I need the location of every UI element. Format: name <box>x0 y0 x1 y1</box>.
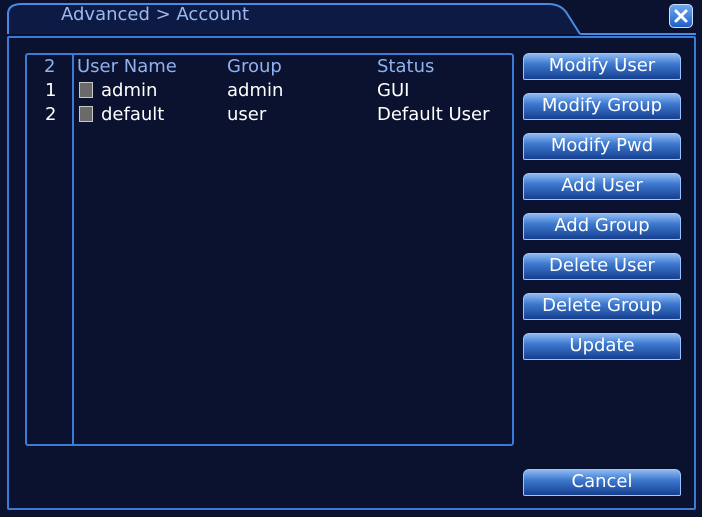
header-user-name[interactable]: User Name <box>77 56 177 78</box>
row-status: GUI <box>377 80 410 101</box>
close-icon <box>674 9 688 23</box>
header-count: 2 <box>44 56 56 77</box>
modify-group-button[interactable]: Modify Group <box>523 93 681 120</box>
row-user-name: admin <box>101 80 158 101</box>
header-group[interactable]: Group <box>227 56 282 78</box>
header-status[interactable]: Status <box>377 56 434 78</box>
row-index: 1 <box>45 80 57 101</box>
close-button[interactable] <box>669 4 693 28</box>
row-status: Default User <box>377 104 490 125</box>
delete-group-button[interactable]: Delete Group <box>523 293 681 320</box>
modify-pwd-button[interactable]: Modify Pwd <box>523 133 681 160</box>
row-index: 2 <box>45 104 57 125</box>
add-group-button[interactable]: Add Group <box>523 213 681 240</box>
row-checkbox[interactable] <box>79 82 93 98</box>
modify-user-button[interactable]: Modify User <box>523 53 681 80</box>
delete-user-button[interactable]: Delete User <box>523 253 681 280</box>
list-index-divider <box>72 55 74 444</box>
row-checkbox[interactable] <box>79 106 93 122</box>
cancel-button[interactable]: Cancel <box>523 469 681 496</box>
account-dialog: Advanced > Account 2 User Name Group Sta… <box>0 0 702 517</box>
window-title: Advanced > Account <box>61 4 250 25</box>
row-group: user <box>227 104 267 125</box>
update-button[interactable]: Update <box>523 333 681 360</box>
add-user-button[interactable]: Add User <box>523 173 681 200</box>
row-user-name: default <box>101 104 165 125</box>
row-group: admin <box>227 80 284 101</box>
